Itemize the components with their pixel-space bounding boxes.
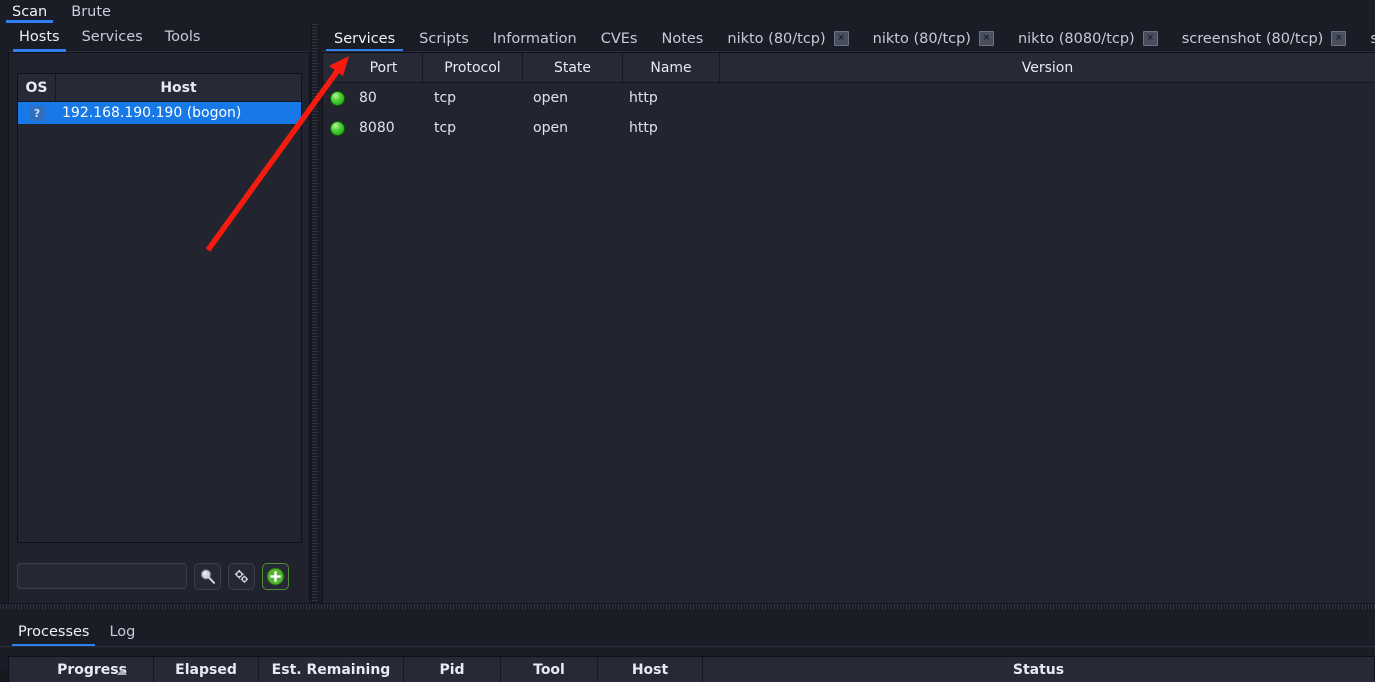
tab-processes-label: Processes	[18, 624, 90, 640]
services-table-header: Port Protocol State Name Version	[323, 53, 1375, 83]
column-header-name[interactable]: Name	[623, 53, 720, 82]
name-cell: http	[629, 90, 658, 106]
toplevel-tab-brute[interactable]: Brute	[59, 0, 123, 22]
gears-icon	[234, 569, 248, 583]
state-cell: open	[533, 120, 568, 136]
tab-nikto-80-a-label: nikto (80/tcp)	[727, 30, 826, 47]
tab-nikto-80-a[interactable]: nikto (80/tcp) ×	[715, 24, 860, 51]
horizontal-splitter-handle[interactable]	[0, 603, 1375, 611]
table-row[interactable]: 80 tcp open http	[323, 83, 1375, 113]
tab-log-label: Log	[109, 624, 136, 640]
port-open-led-icon	[330, 120, 345, 136]
port-cell: 80	[359, 90, 377, 106]
tab-services-left-label: Services	[81, 29, 143, 45]
tab-information-label: Information	[492, 30, 577, 47]
tab-services[interactable]: Services	[322, 24, 407, 51]
hosts-panel-frame: OS Host ? 192.168.190.190 (bogon)	[8, 52, 310, 607]
add-plus-icon	[266, 567, 285, 585]
protocol-cell: tcp	[434, 90, 457, 106]
os-unknown-icon: ?	[29, 105, 45, 121]
column-header-tool[interactable]: Tool	[501, 657, 598, 682]
port-open-led-icon	[330, 90, 345, 106]
tab-log[interactable]: Log	[99, 619, 145, 646]
column-header-progress[interactable]: Progress	[31, 657, 154, 682]
close-icon[interactable]: ×	[1142, 31, 1158, 46]
column-header-state[interactable]: State	[523, 53, 623, 82]
column-header-port[interactable]: Port	[345, 53, 423, 82]
vertical-splitter-handle[interactable]	[311, 24, 319, 607]
tab-nikto-8080[interactable]: nikto (8080/tcp) ×	[1006, 24, 1170, 51]
column-header-status[interactable]: Status	[703, 657, 1374, 682]
tab-notes-label: Notes	[661, 30, 704, 47]
tab-services-left[interactable]: Services	[71, 24, 154, 51]
toplevel-tab-scan-label: Scan	[12, 4, 48, 20]
tab-hosts-label: Hosts	[19, 29, 60, 45]
close-icon[interactable]: ×	[978, 31, 994, 46]
bottom-panel: Processes Log Progress Elapsed Est. Rema…	[0, 611, 1375, 682]
tab-screenshot-8080[interactable]: screenshot (8080/tcp) ×	[1358, 24, 1375, 51]
processes-table: Progress Elapsed Est. Remaining Pid Tool…	[8, 656, 1375, 682]
tab-nikto-80-b[interactable]: nikto (80/tcp) ×	[861, 24, 1006, 51]
column-header-est-remaining[interactable]: Est. Remaining	[259, 657, 404, 682]
sort-ascending-icon	[117, 669, 127, 675]
host-address-cell: 192.168.190.190 (bogon)	[62, 105, 242, 121]
host-os-cell: ?	[18, 105, 56, 121]
column-header-status	[323, 53, 345, 82]
close-icon[interactable]: ×	[833, 31, 849, 46]
hosts-table: OS Host ? 192.168.190.190 (bogon)	[17, 73, 302, 543]
nmap-gui-window: Scan Brute Hosts Services Tools OS Host …	[0, 0, 1375, 682]
tab-tools-label: Tools	[164, 29, 201, 45]
column-header-elapsed[interactable]: Elapsed	[154, 657, 259, 682]
column-header-version[interactable]: Version	[720, 53, 1375, 82]
tab-services-label: Services	[334, 30, 396, 47]
right-panel: Services Scripts Information CVEs Notes …	[322, 24, 1375, 607]
left-panel: Hosts Services Tools OS Host ? 192.168.1…	[8, 24, 310, 607]
host-search-input[interactable]	[17, 563, 187, 589]
tab-screenshot-80[interactable]: screenshot (80/tcp) ×	[1170, 24, 1359, 51]
main-split-area: Hosts Services Tools OS Host ? 192.168.1…	[0, 24, 1375, 607]
tab-notes[interactable]: Notes	[649, 24, 715, 51]
column-header-proc-icon	[9, 657, 31, 682]
hosts-toolbar	[17, 558, 302, 594]
toplevel-tab-bar: Scan Brute	[0, 0, 1375, 25]
protocol-cell: tcp	[434, 120, 457, 136]
hosts-table-header: OS Host	[18, 74, 301, 102]
services-table: Port Protocol State Name Version 80 tcp …	[322, 52, 1375, 607]
add-host-button[interactable]	[262, 562, 289, 590]
close-icon[interactable]: ×	[1331, 31, 1347, 46]
name-cell: http	[629, 120, 658, 136]
tab-screenshot-8080-label: screenshot (8080/tcp)	[1370, 28, 1375, 50]
tab-cves[interactable]: CVEs	[589, 24, 650, 51]
tab-cves-label: CVEs	[600, 30, 638, 47]
port-cell: 8080	[359, 120, 395, 136]
column-header-host[interactable]: Host	[56, 74, 301, 101]
column-header-protocol[interactable]: Protocol	[423, 53, 523, 82]
tab-nikto-80-b-label: nikto (80/tcp)	[872, 30, 971, 47]
tab-screenshot-80-label: screenshot (80/tcp)	[1181, 30, 1324, 47]
tab-scripts[interactable]: Scripts	[407, 24, 481, 51]
table-row[interactable]: 8080 tcp open http	[323, 113, 1375, 143]
column-header-host[interactable]: Host	[598, 657, 703, 682]
port-status-cell	[323, 90, 345, 106]
port-status-cell	[323, 120, 345, 136]
processes-table-header: Progress Elapsed Est. Remaining Pid Tool…	[9, 657, 1374, 682]
search-icon	[201, 568, 216, 584]
state-cell: open	[533, 90, 568, 106]
service-tab-bar: Services Scripts Information CVEs Notes …	[322, 24, 1375, 52]
toplevel-tab-scan[interactable]: Scan	[0, 0, 59, 23]
bottom-tab-bar: Processes Log	[0, 619, 1375, 647]
left-tab-bar: Hosts Services Tools	[8, 24, 310, 52]
tab-hosts[interactable]: Hosts	[8, 24, 71, 52]
tab-scripts-label: Scripts	[419, 30, 469, 47]
tool-settings-button[interactable]	[228, 562, 255, 590]
toplevel-tab-brute-label: Brute	[71, 4, 111, 20]
tab-tools[interactable]: Tools	[154, 24, 212, 51]
tab-nikto-8080-label: nikto (8080/tcp)	[1017, 30, 1135, 47]
tab-processes[interactable]: Processes	[8, 619, 99, 647]
column-header-pid[interactable]: Pid	[404, 657, 501, 682]
column-header-os[interactable]: OS	[18, 74, 56, 101]
table-row[interactable]: ? 192.168.190.190 (bogon)	[18, 102, 301, 124]
search-button[interactable]	[194, 562, 221, 590]
tab-information[interactable]: Information	[481, 24, 589, 51]
